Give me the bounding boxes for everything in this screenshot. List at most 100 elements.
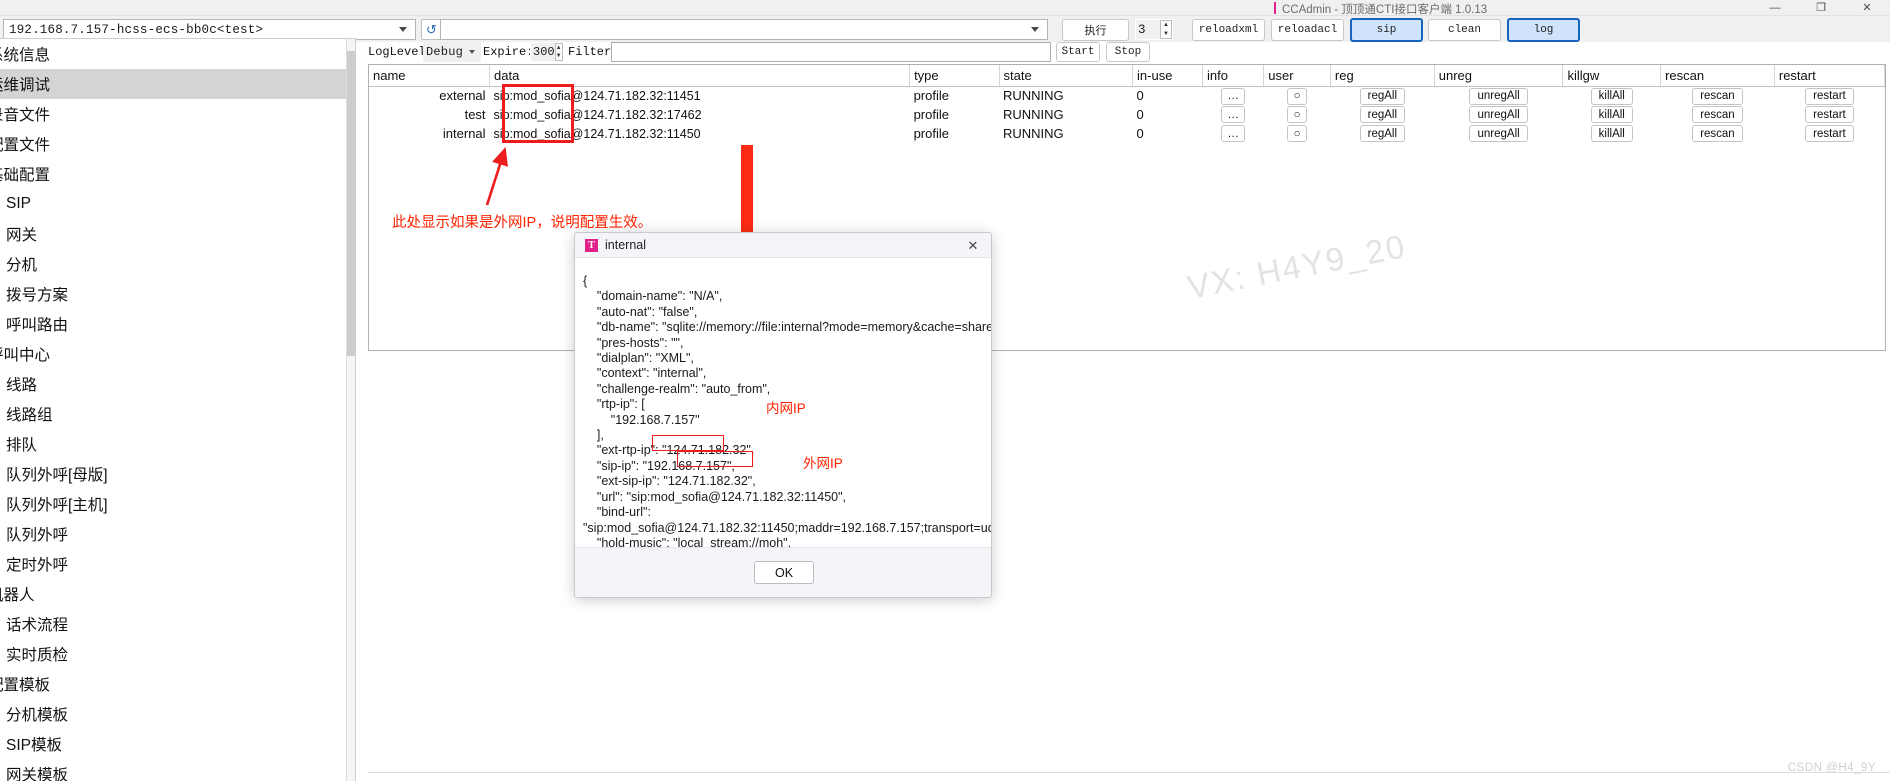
table-column-header[interactable]: rescan [1660,65,1775,87]
sidebar-item[interactable]: 网关 [0,219,355,249]
sidebar-item-label: 系统信息 [0,47,51,64]
row-info-button[interactable]: … [1221,87,1245,105]
sidebar-item[interactable]: 线路组 [0,399,355,429]
loglevel-select[interactable]: Debug [423,42,481,62]
sidebar-item[interactable]: 配置文件 [0,129,355,159]
row-rescan-button[interactable]: rescan [1692,87,1743,105]
sidebar-item[interactable]: 队列外呼[母版] [0,459,355,489]
sidebar-scrollbar-thumb[interactable] [347,51,355,356]
sidebar-item[interactable]: 呼叫中心 [0,339,355,369]
sidebar-item-label: 队列外呼[母版] [6,467,108,484]
row-info-button[interactable]: … [1221,106,1245,124]
log-button[interactable]: log [1507,18,1580,42]
sidebar-item[interactable]: 分机 [0,249,355,279]
table-column-header[interactable]: user [1263,65,1331,87]
minimize-button[interactable]: — [1752,0,1798,16]
row-user-button[interactable]: ○ [1287,125,1308,143]
row-restart-button[interactable]: restart [1805,106,1854,124]
table-column-header[interactable]: info [1202,65,1265,87]
row-reg-cell: regAll [1330,86,1434,105]
maximize-button[interactable]: ❐ [1798,0,1844,16]
sidebar-item[interactable]: 实时质检 [0,639,355,669]
table-column-header[interactable]: state [999,65,1134,87]
row-restart-button[interactable]: restart [1805,125,1854,143]
refresh-button[interactable]: ↻ [421,19,442,40]
table-column-header[interactable]: unreg [1434,65,1564,87]
sidebar-item-label: 配置文件 [0,137,51,154]
table-row[interactable]: test sip:mod_sofia@124.71.182.32:17462 pro… [369,105,1885,124]
row-killgw-cell: killAll [1563,86,1661,105]
sidebar-item[interactable]: 录音文件 [0,99,355,129]
sidebar-item[interactable]: 呼叫路由 [0,309,355,339]
row-user-button[interactable]: ○ [1287,87,1308,105]
execute-button[interactable]: 执行 [1062,19,1129,41]
close-button[interactable]: ✕ [1844,0,1890,16]
row-user-button[interactable]: ○ [1287,106,1308,124]
row-restart-button[interactable]: restart [1805,87,1854,105]
table-row[interactable]: external sip:mod_sofia@124.71.182.32:1145… [369,86,1885,105]
sidebar-item[interactable]: 队列外呼 [0,519,355,549]
row-rescan-button[interactable]: rescan [1692,125,1743,143]
clean-button[interactable]: clean [1428,19,1501,41]
stepper-arrows[interactable]: ▲ ▼ [554,43,563,61]
count-stepper[interactable]: 3 ▲ ▼ [1135,19,1173,40]
sidebar-item[interactable]: SIP模板 [0,729,355,759]
start-button[interactable]: Start [1056,42,1100,62]
row-killgw-button[interactable]: killAll [1590,125,1633,143]
sip-button[interactable]: sip [1350,18,1423,42]
ok-button[interactable]: OK [754,561,814,584]
row-data-port: :11451 [663,88,701,103]
expire-stepper[interactable]: 300 ▲ ▼ [530,42,563,62]
table-column-header[interactable]: name [369,65,491,87]
sidebar-item[interactable]: 队列外呼[主机] [0,489,355,519]
row-unreg-button[interactable]: unregAll [1469,87,1528,105]
table-column-header[interactable]: reg [1330,65,1435,87]
table-column-header[interactable]: data [489,65,911,87]
count-stepper-value: 3 [1138,22,1146,37]
sidebar-item[interactable]: 线路 [0,369,355,399]
profile-select[interactable]: 192.168.7.157-hcss-ecs-bb0c<test> [3,19,416,40]
stepper-arrows[interactable]: ▲ ▼ [1160,20,1172,39]
table-column-header[interactable]: in-use [1132,65,1203,87]
sidebar-list: 系统信息运维调试录音文件配置文件基础配置 SIP 网关分机拨号方案呼叫路由呼叫中心线… [0,39,355,781]
row-killgw-button[interactable]: killAll [1590,87,1633,105]
table-column-header[interactable]: killgw [1562,65,1662,87]
row-rescan-button[interactable]: rescan [1692,106,1743,124]
filter-input[interactable] [611,42,1051,62]
sidebar-item-label: 分机 [6,257,38,274]
row-killgw-button[interactable]: killAll [1590,106,1633,124]
stop-button[interactable]: Stop [1106,42,1150,62]
sidebar-item[interactable]: 配置模板 [0,669,355,699]
json-line: "sip-ip": "192.168.7.157", [583,458,735,473]
table-column-header[interactable]: restart [1774,65,1886,87]
reloadacl-button[interactable]: reloadacl [1271,19,1344,41]
sidebar-item[interactable]: 系统信息 [0,39,355,69]
row-unreg-button[interactable]: unregAll [1469,106,1528,124]
sidebar-item[interactable]: 网关模板 [0,759,355,781]
sidebar-item-label: 配置模板 [0,677,51,694]
row-info-button[interactable]: … [1221,125,1245,143]
row-data-ip: 124.71.182.32 [583,126,664,141]
sidebar-item[interactable]: 基础配置 [0,159,355,189]
row-unreg-button[interactable]: unregAll [1469,125,1528,143]
sidebar-scrollbar[interactable] [346,39,355,781]
sidebar-item[interactable]: 话术流程 [0,609,355,639]
row-reg-button[interactable]: regAll [1359,106,1406,124]
sidebar-item[interactable]: 排队 [0,429,355,459]
row-reg-button[interactable]: regAll [1359,125,1406,143]
dialog-close-icon[interactable]: ✕ [955,233,991,258]
reloadxml-button[interactable]: reloadxml [1192,19,1265,41]
sidebar-item[interactable]: 运维调试 [0,69,355,99]
sidebar-item[interactable]: 拨号方案 [0,279,355,309]
sidebar-item[interactable]: 分机模板 [0,699,355,729]
table-column-header[interactable]: type [909,65,1000,87]
sidebar-item[interactable]: 定时外呼 [0,549,355,579]
row-in-use: 0 [1136,126,1144,141]
sidebar-item[interactable]: 机器人 [0,579,355,609]
table-row[interactable]: internal sip:mod_sofia@124.71.182.32:1145… [369,124,1885,143]
row-state: RUNNING [1003,88,1064,104]
sidebar-item[interactable]: SIP [0,189,355,219]
row-unreg-cell: unregAll [1434,105,1563,124]
row-reg-button[interactable]: regAll [1359,87,1406,105]
command-select[interactable] [440,19,1048,40]
